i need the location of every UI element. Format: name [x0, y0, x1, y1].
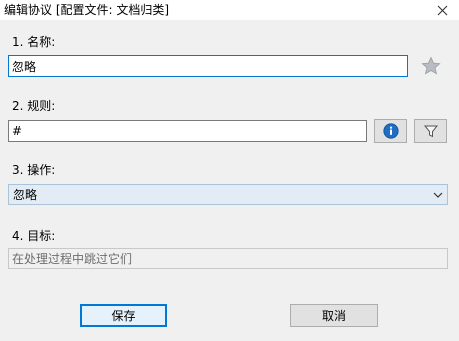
target-field-value: 在处理过程中跳过它们	[12, 252, 133, 266]
cancel-button-label: 取消	[321, 309, 346, 323]
rule-input[interactable]: #	[8, 120, 367, 142]
cancel-button[interactable]: 取消	[290, 304, 378, 327]
name-label: 1. 名称:	[12, 35, 56, 49]
rule-info-button[interactable]	[374, 119, 407, 143]
name-input[interactable]: 忽略	[8, 55, 408, 77]
info-icon	[382, 123, 399, 139]
filter-icon	[423, 125, 438, 138]
title-bar: 编辑协议 [配置文件: 文档归类]	[0, 0, 459, 20]
target-label: 4. 目标:	[12, 229, 56, 243]
favorite-button[interactable]	[421, 56, 441, 76]
name-input-value: 忽略	[12, 59, 37, 74]
action-select[interactable]: 忽略	[8, 184, 448, 205]
rule-label: 2. 规则:	[12, 99, 56, 113]
rule-input-value: #	[12, 124, 23, 138]
window-title: 编辑协议 [配置文件: 文档归类]	[4, 3, 170, 17]
save-button[interactable]: 保存	[80, 304, 167, 327]
save-button-label: 保存	[111, 309, 136, 323]
action-select-value: 忽略	[13, 188, 38, 202]
chevron-down-icon	[433, 192, 443, 198]
close-icon	[437, 5, 447, 15]
star-icon	[421, 56, 441, 75]
target-field: 在处理过程中跳过它们	[8, 248, 448, 269]
action-label: 3. 操作:	[12, 163, 56, 177]
rule-filter-button[interactable]	[414, 119, 447, 143]
close-button[interactable]	[425, 0, 459, 20]
